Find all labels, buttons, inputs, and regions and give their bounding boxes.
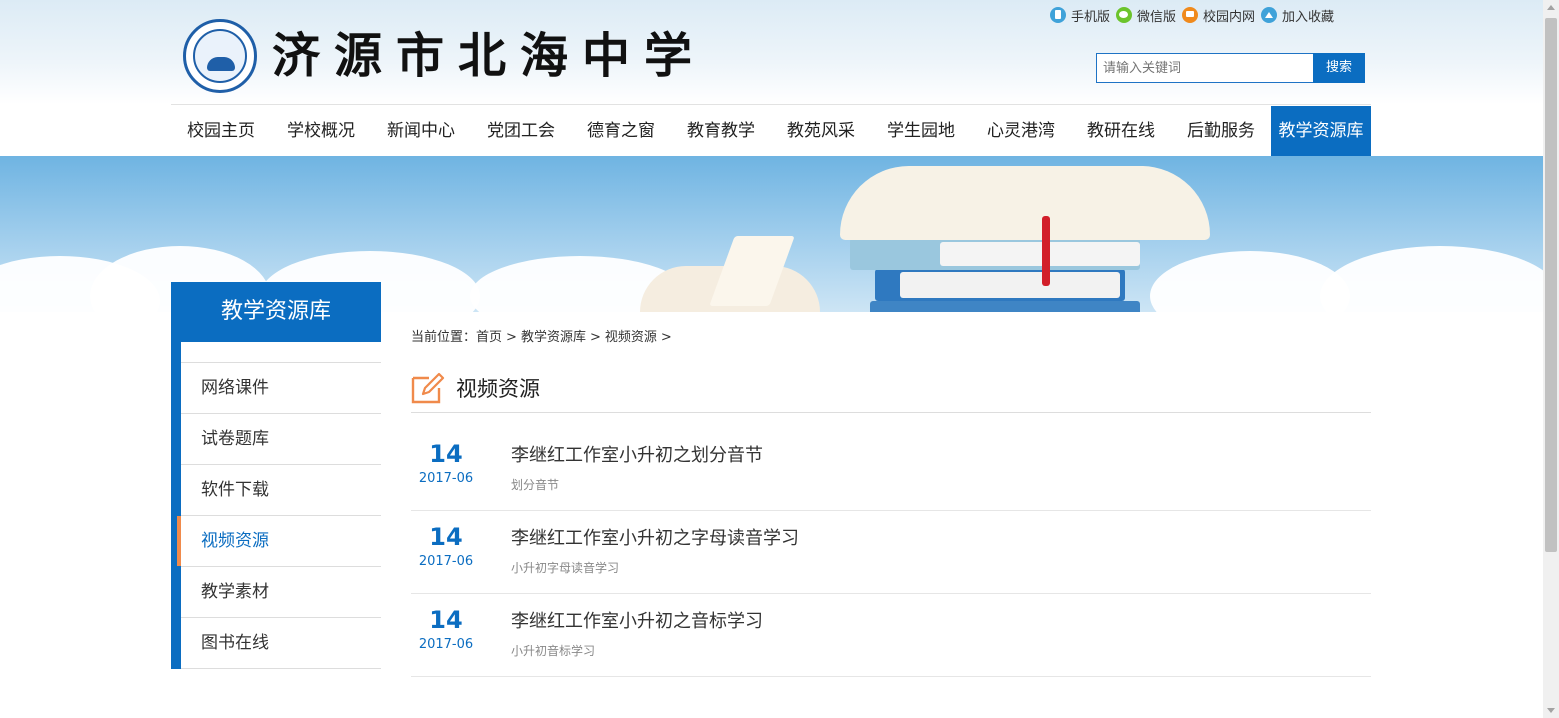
sidebar-item-video[interactable]: 视频资源: [177, 515, 381, 566]
banner-open-book-top: [840, 166, 1210, 240]
school-logo-emblem[interactable]: [183, 19, 257, 93]
news-day: 14: [429, 440, 463, 468]
nav-item-home[interactable]: 校园主页: [171, 106, 271, 156]
section-title: 视频资源: [456, 377, 540, 401]
main-nav: 校园主页 学校概况 新闻中心 党团工会 德育之窗 教育教学 教苑风采 学生园地 …: [171, 106, 1371, 156]
section-header: 视频资源: [411, 370, 1371, 413]
search-button[interactable]: 搜索: [1313, 53, 1365, 83]
nav-item-research[interactable]: 教研在线: [1071, 106, 1171, 156]
news-description: 划分音节: [511, 478, 560, 492]
news-description: 小升初音标学习: [511, 644, 596, 658]
favorite-icon: [1261, 7, 1278, 23]
sidebar-item-software[interactable]: 软件下载: [181, 464, 381, 515]
banner-book-stack: [870, 301, 1140, 312]
scroll-down-arrow-icon[interactable]: [1543, 702, 1559, 718]
breadcrumb-home[interactable]: 首页: [476, 330, 502, 345]
sidebar-item-books[interactable]: 图书在线: [181, 617, 381, 669]
breadcrumb-separator: >: [660, 330, 672, 345]
sidebar-item-materials[interactable]: 教学素材: [181, 566, 381, 617]
breadcrumb-resources[interactable]: 教学资源库: [521, 330, 586, 345]
news-title-link[interactable]: 李继红工作室小升初之字母读音学习: [511, 524, 799, 550]
news-year-month: 2017-06: [418, 637, 474, 652]
toplink-intranet[interactable]: 校园内网: [1182, 6, 1255, 25]
news-description: 小升初字母读音学习: [511, 561, 620, 575]
sidebar-title: 教学资源库: [171, 282, 381, 342]
nav-item-moral[interactable]: 德育之窗: [571, 106, 671, 156]
breadcrumb: 当前位置：首页 > 教学资源库 > 视频资源 >: [411, 328, 676, 348]
list-item[interactable]: 14 2017-06 李继红工作室小升初之字母读音学习 小升初字母读音学习: [411, 511, 1371, 594]
mobile-icon: [1050, 7, 1066, 23]
toplink-wechat[interactable]: 微信版: [1116, 6, 1176, 25]
sidebar-item-courseware[interactable]: 网络课件: [181, 362, 381, 413]
nav-divider: [171, 104, 1371, 105]
sidebar-accent-bar: [171, 342, 181, 669]
news-day: 14: [429, 606, 463, 634]
breadcrumb-separator: >: [589, 330, 601, 345]
banner-book-pages: [900, 272, 1120, 298]
news-year-month: 2017-06: [418, 471, 474, 486]
breadcrumb-separator: >: [506, 330, 517, 345]
nav-item-resources[interactable]: 教学资源库: [1271, 106, 1371, 156]
news-list: 14 2017-06 李继红工作室小升初之划分音节 划分音节 14 2017-0…: [411, 428, 1371, 677]
news-year-month: 2017-06: [418, 554, 474, 569]
logo-wave: [207, 57, 235, 71]
page-scrollbar[interactable]: [1543, 0, 1559, 718]
banner-cloud: [1150, 251, 1350, 312]
nav-item-party[interactable]: 党团工会: [471, 106, 571, 156]
nav-item-counseling[interactable]: 心灵港湾: [971, 106, 1071, 156]
sidebar-menu: 网络课件 试卷题库 软件下载 视频资源 教学素材 图书在线: [177, 362, 381, 669]
banner-bookmark-ribbon: [1042, 216, 1050, 286]
nav-item-logistics[interactable]: 后勤服务: [1171, 106, 1271, 156]
nav-item-teachers[interactable]: 教苑风采: [771, 106, 871, 156]
toplink-label: 微信版: [1137, 9, 1177, 25]
list-item[interactable]: 14 2017-06 李继红工作室小升初之音标学习 小升初音标学习: [411, 594, 1371, 677]
toplink-label: 加入收藏: [1282, 9, 1335, 25]
toplink-label: 手机版: [1071, 9, 1111, 25]
site-header: 济源市北海中学 手机版 微信版 校园内网 加入收藏 搜索: [0, 0, 1543, 104]
top-links: 手机版 微信版 校园内网 加入收藏: [1050, 4, 1340, 26]
nav-item-students[interactable]: 学生园地: [871, 106, 971, 156]
toplink-favorite[interactable]: 加入收藏: [1261, 6, 1334, 25]
breadcrumb-prefix: 当前位置：: [411, 330, 477, 345]
logo-inner-ring: [193, 29, 247, 83]
banner-book-pages: [940, 242, 1140, 266]
sidebar-item-exam-bank[interactable]: 试卷题库: [181, 413, 381, 464]
toplink-label: 校园内网: [1203, 9, 1256, 25]
news-title-link[interactable]: 李继红工作室小升初之划分音节: [511, 441, 763, 467]
toplink-mobile[interactable]: 手机版: [1050, 6, 1110, 25]
scrollbar-thumb[interactable]: [1545, 18, 1557, 552]
search-input[interactable]: [1096, 53, 1314, 83]
nav-item-news[interactable]: 新闻中心: [371, 106, 471, 156]
wechat-icon: [1116, 7, 1133, 23]
edit-icon: [411, 372, 445, 404]
list-item[interactable]: 14 2017-06 李继红工作室小升初之划分音节 划分音节: [411, 428, 1371, 511]
news-day: 14: [429, 523, 463, 551]
nav-item-education[interactable]: 教育教学: [671, 106, 771, 156]
school-name: 济源市北海中学: [272, 28, 707, 84]
news-title-link[interactable]: 李继红工作室小升初之音标学习: [511, 607, 763, 633]
banner-cloud: [1320, 246, 1543, 312]
breadcrumb-video[interactable]: 视频资源: [605, 330, 657, 345]
intranet-icon: [1182, 7, 1199, 23]
scroll-up-arrow-icon[interactable]: [1543, 0, 1559, 16]
nav-item-overview[interactable]: 学校概况: [271, 106, 371, 156]
